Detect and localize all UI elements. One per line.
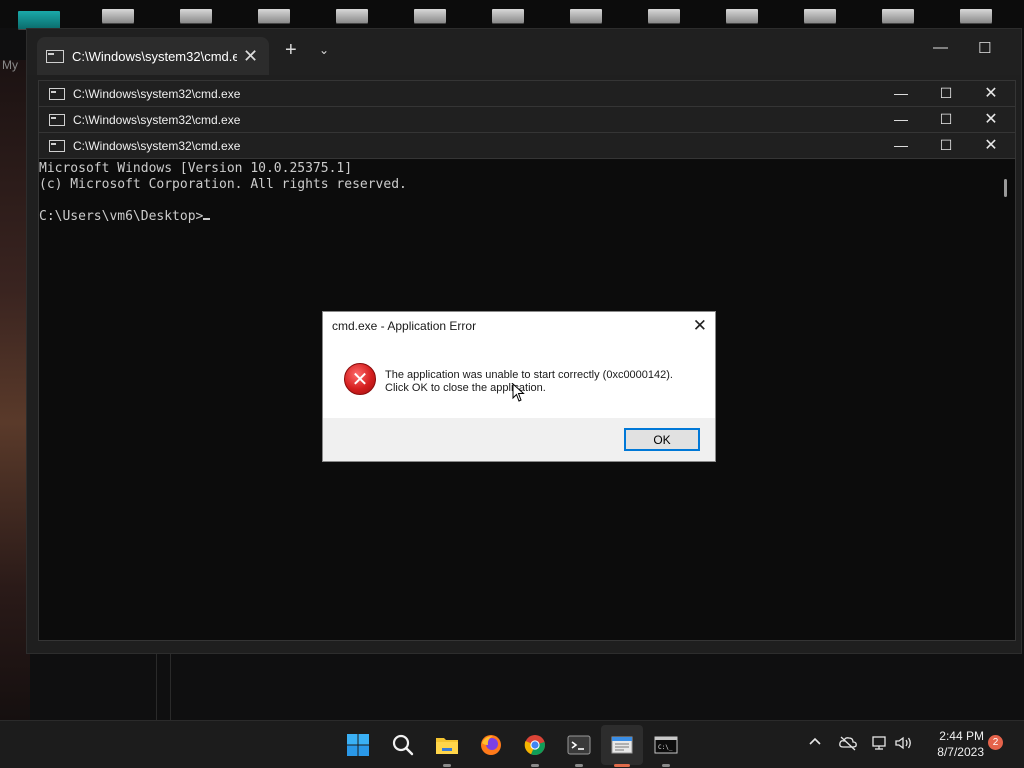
network-icon[interactable] bbox=[870, 735, 890, 754]
console-output: Microsoft Windows [Version 10.0.25375.1]… bbox=[39, 161, 407, 225]
firefox-button[interactable] bbox=[475, 729, 507, 761]
desktop-icon[interactable] bbox=[648, 9, 680, 23]
folder-icon bbox=[436, 738, 458, 754]
desktop-icon[interactable] bbox=[882, 9, 914, 23]
maximize-button[interactable]: ☐ bbox=[936, 85, 956, 102]
minimize-button[interactable]: — bbox=[891, 137, 911, 153]
running-indicator bbox=[575, 764, 583, 767]
terminal-button[interactable] bbox=[563, 729, 595, 767]
desktop-icon[interactable] bbox=[258, 9, 290, 23]
terminal-tab[interactable]: C:\Windows\system32\cmd.e: ✕ bbox=[37, 37, 269, 75]
cmd-icon: C:\_ bbox=[654, 736, 678, 754]
minimize-button[interactable]: — bbox=[891, 111, 911, 127]
console-line: Microsoft Windows [Version 10.0.25375.1] bbox=[39, 161, 353, 176]
chevron-down-icon[interactable]: ⌄ bbox=[319, 43, 329, 57]
cmd-icon bbox=[49, 140, 65, 152]
desktop-icon[interactable] bbox=[336, 9, 368, 23]
cmd-button[interactable]: C:\_ bbox=[650, 729, 682, 767]
file-explorer-button[interactable] bbox=[431, 729, 463, 767]
close-button[interactable]: ✕ bbox=[981, 109, 1001, 129]
desktop-icon-label: My bbox=[2, 58, 18, 72]
cmd-window[interactable]: C:\Windows\system32\cmd.exe — ☐ ✕ bbox=[38, 80, 1016, 107]
notepad-icon bbox=[611, 736, 633, 754]
dialog-message: The application was unable to start corr… bbox=[385, 369, 673, 395]
desktop-icon[interactable] bbox=[102, 9, 134, 23]
desktop-icon[interactable] bbox=[726, 9, 758, 23]
terminal-tab-bar: C:\Windows\system32\cmd.e: ✕ + ⌄ — ☐ bbox=[27, 29, 1021, 75]
desktop-icon[interactable] bbox=[804, 9, 836, 23]
desktop-icon[interactable] bbox=[180, 9, 212, 23]
window-title: C:\Windows\system32\cmd.exe bbox=[73, 113, 241, 127]
window-title: C:\Windows\system32\cmd.exe bbox=[73, 87, 241, 101]
text-cursor bbox=[203, 218, 211, 220]
scrollbar-thumb[interactable] bbox=[1004, 179, 1007, 197]
system-clock[interactable]: 2:44 PM 8/7/2023 bbox=[918, 728, 984, 760]
running-indicator bbox=[443, 764, 451, 767]
running-indicator bbox=[531, 764, 539, 767]
desktop-icon[interactable] bbox=[492, 9, 524, 23]
dialog-footer: OK bbox=[323, 418, 715, 461]
onedrive-offline-icon[interactable] bbox=[838, 735, 858, 754]
dialog-title: cmd.exe - Application Error bbox=[332, 319, 477, 333]
desktop-icon[interactable] bbox=[414, 9, 446, 23]
desktop-icon[interactable] bbox=[18, 11, 60, 29]
console-line: (c) Microsoft Corporation. All rights re… bbox=[39, 177, 407, 192]
cmd-window[interactable]: C:\Windows\system32\cmd.exe — ☐ ✕ bbox=[38, 106, 1016, 133]
chevron-up-icon[interactable] bbox=[808, 735, 822, 753]
minimize-button[interactable]: — bbox=[891, 85, 911, 101]
taskbar: C:\_ 2:44 PM 8/7/2023 bbox=[0, 720, 1024, 768]
maximize-button[interactable]: ☐ bbox=[936, 137, 956, 154]
cmd-icon bbox=[49, 88, 65, 100]
chrome-button[interactable] bbox=[519, 729, 551, 767]
desktop-icon[interactable] bbox=[570, 9, 602, 23]
cmd-titlebar[interactable]: C:\Windows\system32\cmd.exe — ☐ ✕ bbox=[39, 133, 1015, 159]
terminal-icon bbox=[567, 735, 591, 755]
clock-time: 2:44 PM bbox=[939, 729, 984, 743]
windows-logo-icon bbox=[347, 734, 369, 756]
cmd-icon bbox=[49, 114, 65, 126]
running-indicator bbox=[662, 764, 670, 767]
close-button[interactable]: ✕ bbox=[981, 135, 1001, 155]
cmd-icon bbox=[46, 49, 64, 63]
search-icon bbox=[392, 734, 414, 756]
notification-badge[interactable]: 2 bbox=[988, 735, 1003, 750]
desktop-icon[interactable] bbox=[960, 9, 992, 23]
close-tab-icon[interactable]: ✕ bbox=[243, 46, 258, 67]
error-icon: ✕ bbox=[344, 363, 376, 395]
firefox-icon bbox=[481, 735, 501, 755]
message-line: Click OK to close the application. bbox=[385, 382, 546, 394]
new-tab-button[interactable]: + bbox=[285, 39, 297, 62]
ok-button[interactable]: OK bbox=[624, 428, 700, 451]
search-button[interactable] bbox=[387, 729, 419, 761]
active-indicator bbox=[614, 764, 630, 767]
clock-date: 8/7/2023 bbox=[937, 745, 984, 759]
wallpaper-pattern bbox=[40, 649, 171, 720]
volume-icon[interactable] bbox=[894, 735, 914, 754]
cmd-window[interactable]: C:\Windows\system32\cmd.exe — ☐ ✕ bbox=[38, 132, 1016, 159]
window-title: C:\Windows\system32\cmd.exe bbox=[73, 139, 241, 153]
chrome-icon bbox=[524, 735, 545, 756]
minimize-button[interactable]: — bbox=[933, 39, 948, 56]
close-button[interactable]: ✕ bbox=[981, 83, 1001, 103]
svg-text:C:\_: C:\_ bbox=[658, 744, 673, 751]
tab-title: C:\Windows\system32\cmd.e: bbox=[72, 48, 237, 64]
cmd-titlebar[interactable]: C:\Windows\system32\cmd.exe — ☐ ✕ bbox=[39, 107, 1015, 133]
maximize-button[interactable]: ☐ bbox=[978, 39, 991, 57]
close-icon[interactable]: ✕ bbox=[693, 316, 707, 336]
dialog-body: ✕ The application was unable to start co… bbox=[323, 340, 715, 418]
cmd-titlebar[interactable]: C:\Windows\system32\cmd.exe — ☐ ✕ bbox=[39, 81, 1015, 107]
mouse-pointer-icon bbox=[512, 383, 525, 402]
notepad-button[interactable] bbox=[606, 729, 638, 767]
desktop-icon-strip bbox=[0, 0, 1024, 29]
console-prompt: C:\Users\vm6\Desktop> bbox=[39, 209, 204, 224]
start-button[interactable] bbox=[342, 729, 374, 761]
maximize-button[interactable]: ☐ bbox=[936, 111, 956, 128]
dialog-titlebar[interactable]: cmd.exe - Application Error ✕ bbox=[323, 312, 715, 340]
message-line: The application was unable to start corr… bbox=[385, 369, 673, 381]
